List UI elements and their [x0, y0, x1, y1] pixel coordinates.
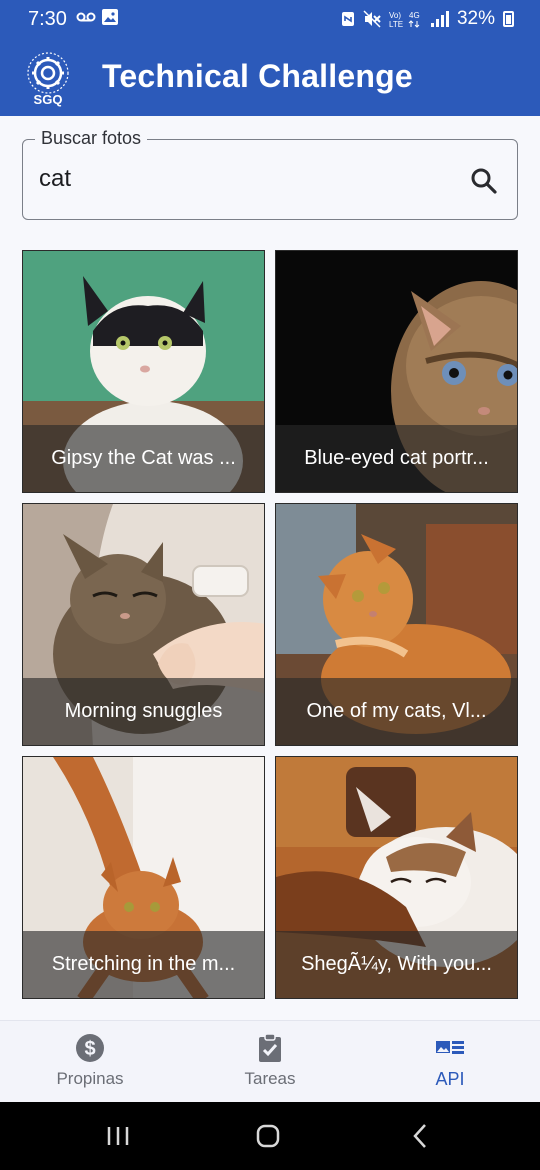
- system-navigation-bar: [0, 1102, 540, 1170]
- photo-card[interactable]: Morning snuggles: [22, 503, 265, 746]
- app-title: Technical Challenge: [102, 58, 413, 94]
- photo-card[interactable]: ShegÃ¼y, With you...: [275, 756, 518, 999]
- svg-text:4G: 4G: [409, 11, 420, 20]
- signal-icon: [430, 11, 449, 27]
- photo-caption: Blue-eyed cat portr...: [276, 425, 517, 492]
- mute-icon: [363, 10, 381, 28]
- photo-caption: One of my cats, Vl...: [276, 678, 517, 745]
- svg-text:$: $: [84, 1038, 95, 1060]
- svg-text:LTE: LTE: [389, 20, 403, 28]
- back-icon: [413, 1124, 426, 1148]
- image-list-icon: [436, 1041, 464, 1054]
- nav-label: API: [435, 1069, 465, 1089]
- nav-item-api[interactable]: API: [360, 1021, 540, 1102]
- svg-text:SGQ: SGQ: [34, 92, 63, 107]
- photo-card[interactable]: One of my cats, Vl...: [275, 503, 518, 746]
- home-button[interactable]: [248, 1120, 288, 1152]
- search-icon: [471, 168, 497, 194]
- svg-text:Vo): Vo): [389, 11, 401, 20]
- photo-grid: Gipsy the Cat was ... Blue-eyed cat port…: [22, 250, 518, 999]
- nfc-icon: [341, 12, 354, 26]
- photo-caption: Gipsy the Cat was ...: [23, 425, 264, 492]
- home-icon: [256, 1124, 280, 1148]
- status-right-icons: Vo) LTE 4G 32%: [341, 8, 514, 30]
- status-bar: 7:30 Vo) LTE 4G 32%: [0, 0, 540, 40]
- dollar-circle-icon: $: [76, 1034, 104, 1062]
- nav-item-tareas[interactable]: Tareas: [180, 1021, 360, 1102]
- bottom-navigation: $ Propinas Tareas API: [0, 1020, 540, 1102]
- recent-apps-button[interactable]: [98, 1120, 138, 1152]
- search-button[interactable]: [467, 164, 501, 198]
- gallery-icon: [102, 9, 118, 25]
- photo-card[interactable]: Stretching in the m...: [22, 756, 265, 999]
- photo-card[interactable]: Blue-eyed cat portr...: [275, 250, 518, 493]
- battery-icon: [503, 11, 514, 27]
- back-button[interactable]: [400, 1120, 440, 1152]
- task-clipboard-icon: [259, 1033, 281, 1062]
- nav-label: Tareas: [244, 1069, 296, 1088]
- nav-label: Propinas: [56, 1069, 124, 1088]
- search-label: Buscar fotos: [35, 128, 148, 149]
- voicemail-icon: [76, 12, 96, 22]
- sgq-logo-icon: SGQ: [27, 52, 69, 107]
- battery-percent: 32%: [456, 8, 495, 29]
- status-time: 7:30: [28, 8, 67, 30]
- photo-card[interactable]: Gipsy the Cat was ...: [22, 250, 265, 493]
- recent-apps-icon: [107, 1127, 129, 1145]
- volte-icon: Vo)LTE 4G: [389, 11, 420, 28]
- photo-caption: Stretching in the m...: [23, 931, 264, 998]
- status-left-icons: [76, 9, 118, 25]
- nav-item-propinas[interactable]: $ Propinas: [0, 1021, 180, 1102]
- search-input[interactable]: [39, 162, 439, 196]
- app-bar: SGQ Technical Challenge: [0, 40, 540, 116]
- photo-caption: Morning snuggles: [23, 678, 264, 745]
- photo-caption: ShegÃ¼y, With you...: [276, 931, 517, 998]
- search-field[interactable]: Buscar fotos: [22, 128, 518, 220]
